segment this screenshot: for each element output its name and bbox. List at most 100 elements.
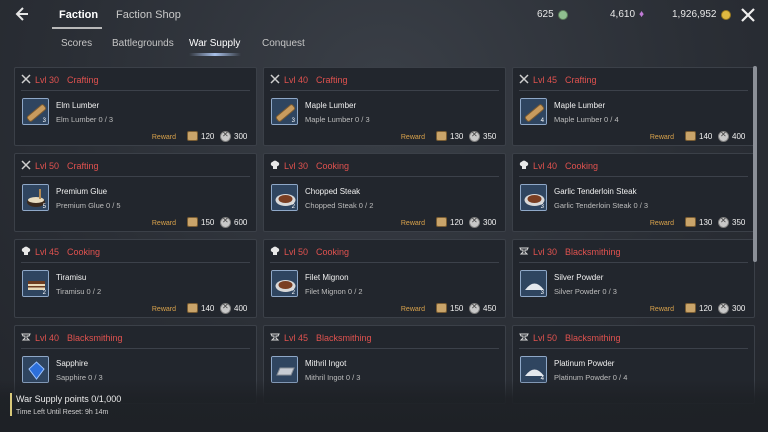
reward-box-value: 120 bbox=[699, 303, 713, 313]
item-name: Chopped Steak bbox=[305, 187, 361, 196]
subtab-war-supply[interactable]: War Supply bbox=[189, 38, 240, 49]
war-supply-card[interactable]: Lvl 30 Blacksmithing 3 Silver Powder Sil… bbox=[512, 239, 755, 318]
tab-faction-shop[interactable]: Faction Shop bbox=[116, 9, 181, 21]
reward-box-value: 130 bbox=[450, 131, 464, 141]
reward-box: 120 bbox=[436, 217, 463, 227]
reward-label: Reward bbox=[151, 134, 176, 141]
card-profession: Cooking bbox=[67, 247, 101, 257]
reward-box-value: 140 bbox=[201, 303, 215, 313]
powder-icon[interactable]: 3 bbox=[520, 270, 547, 297]
card-level: Lvl 45 bbox=[284, 333, 309, 343]
supply-crate-icon bbox=[436, 131, 447, 141]
time-left-until-reset: Time Left Until Reset: 9h 14m bbox=[16, 409, 109, 416]
lumber-icon[interactable]: 3 bbox=[22, 98, 49, 125]
steak-plate-icon[interactable]: 2 bbox=[271, 270, 298, 297]
anvil-icon bbox=[519, 246, 529, 258]
subtab-conquest[interactable]: Conquest bbox=[262, 38, 305, 49]
cake-icon[interactable]: 2 bbox=[22, 270, 49, 297]
item-name: Tiramisu bbox=[56, 273, 87, 282]
lumber-icon[interactable]: 4 bbox=[520, 98, 547, 125]
war-supply-card[interactable]: Lvl 45 Cooking 2 Tiramisu Tiramisu 0 / 2… bbox=[14, 239, 257, 318]
item-name: Silver Powder bbox=[554, 273, 604, 282]
active-subtab-underline bbox=[189, 53, 241, 56]
card-level: Lvl 50 bbox=[533, 333, 558, 343]
card-header: Lvl 45 Cooking bbox=[21, 246, 100, 258]
war-supply-card[interactable]: Lvl 30 Cooking 2 Chopped Steak Chopped S… bbox=[263, 153, 506, 232]
anvil-icon bbox=[270, 332, 280, 344]
faction-xp-icon bbox=[220, 216, 231, 228]
card-header: Lvl 45 Blacksmithing bbox=[270, 332, 372, 344]
card-level: Lvl 40 bbox=[35, 333, 60, 343]
card-level: Lvl 45 bbox=[35, 247, 60, 257]
card-level: Lvl 50 bbox=[35, 161, 60, 171]
reward-xp-value: 350 bbox=[483, 132, 497, 141]
lumber-icon[interactable]: 3 bbox=[271, 98, 298, 125]
reward-box-value: 150 bbox=[450, 303, 464, 313]
card-level: Lvl 30 bbox=[284, 161, 309, 171]
war-supply-card[interactable]: Lvl 30 Crafting 3 Elm Lumber Elm Lumber … bbox=[14, 67, 257, 146]
powder-icon[interactable]: 4 bbox=[520, 356, 547, 383]
chef-hat-icon bbox=[21, 246, 31, 258]
card-divider bbox=[21, 262, 250, 263]
bottom-overlay bbox=[0, 380, 768, 432]
glue-pot-icon[interactable]: 5 bbox=[22, 184, 49, 211]
reward-label: Reward bbox=[649, 220, 674, 227]
item-name: Elm Lumber bbox=[56, 101, 100, 110]
purple-crystal-icon: ♦ bbox=[639, 9, 645, 20]
card-profession: Blacksmithing bbox=[565, 247, 621, 257]
card-header: Lvl 50 Cooking bbox=[270, 246, 349, 258]
currency-purple-value: 4,610 bbox=[610, 9, 636, 20]
faction-xp-icon bbox=[718, 130, 729, 142]
reward-xp-value: 400 bbox=[234, 304, 248, 313]
steak-plate-icon[interactable]: 2 bbox=[271, 184, 298, 211]
card-profession: Crafting bbox=[67, 161, 99, 171]
reward-label: Reward bbox=[400, 306, 425, 313]
faction-xp-icon bbox=[469, 302, 480, 314]
card-profession: Cooking bbox=[565, 161, 599, 171]
reward-label: Reward bbox=[400, 134, 425, 141]
supply-crate-icon bbox=[685, 217, 696, 227]
ingot-icon[interactable] bbox=[271, 356, 298, 383]
back-arrow-icon[interactable] bbox=[12, 5, 30, 23]
card-level: Lvl 45 bbox=[533, 75, 558, 85]
item-name: Mithril Ingot bbox=[305, 359, 347, 368]
currency-purple: 4,610 ♦ bbox=[610, 9, 644, 20]
gem-icon[interactable] bbox=[22, 356, 49, 383]
chef-hat-icon bbox=[270, 160, 280, 172]
war-supply-card[interactable]: Lvl 45 Crafting 4 Maple Lumber Maple Lum… bbox=[512, 67, 755, 146]
card-profession: Blacksmithing bbox=[565, 333, 621, 343]
war-supply-card[interactable]: Lvl 40 Cooking 3 Garlic Tenderloin Steak… bbox=[512, 153, 755, 232]
reward-xp: 300 bbox=[718, 302, 746, 314]
reward-xp-value: 300 bbox=[732, 304, 746, 313]
war-supply-card[interactable]: Lvl 40 Crafting 3 Maple Lumber Maple Lum… bbox=[263, 67, 506, 146]
item-name: Garlic Tenderloin Steak bbox=[554, 187, 637, 196]
supply-crate-icon bbox=[685, 303, 696, 313]
subtab-battlegrounds[interactable]: Battlegrounds bbox=[112, 38, 174, 49]
faction-xp-icon bbox=[220, 130, 231, 142]
card-level: Lvl 40 bbox=[533, 161, 558, 171]
card-profession: Crafting bbox=[565, 75, 597, 85]
green-gem-icon bbox=[557, 9, 568, 20]
reward-xp-value: 300 bbox=[483, 218, 497, 227]
reward-label: Reward bbox=[649, 306, 674, 313]
card-level: Lvl 40 bbox=[284, 75, 309, 85]
reward-xp: 350 bbox=[718, 216, 745, 228]
card-header: Lvl 50 Blacksmithing bbox=[519, 332, 621, 344]
reward-xp: 400 bbox=[220, 302, 248, 314]
reward-box: 120 bbox=[685, 303, 712, 313]
war-supply-card[interactable]: Lvl 50 Crafting 5 Premium Glue Premium G… bbox=[14, 153, 257, 232]
card-header: Lvl 40 Blacksmithing bbox=[21, 332, 123, 344]
card-header: Lvl 40 Cooking bbox=[519, 160, 598, 172]
close-icon[interactable] bbox=[738, 5, 758, 25]
scrollbar[interactable] bbox=[753, 66, 757, 262]
item-count: 3 bbox=[42, 118, 46, 124]
crafting-icon bbox=[21, 74, 31, 86]
subtab-scores[interactable]: Scores bbox=[61, 38, 92, 49]
supply-crate-icon bbox=[436, 217, 447, 227]
item-progress: Premium Glue 0 / 5 bbox=[56, 201, 121, 210]
tab-faction[interactable]: Faction bbox=[59, 9, 98, 21]
supply-crate-icon bbox=[187, 303, 198, 313]
war-supply-card[interactable]: Lvl 50 Cooking 2 Filet Mignon Filet Mign… bbox=[263, 239, 506, 318]
steak-plate-icon[interactable]: 3 bbox=[520, 184, 547, 211]
card-header: Lvl 30 Cooking bbox=[270, 160, 349, 172]
